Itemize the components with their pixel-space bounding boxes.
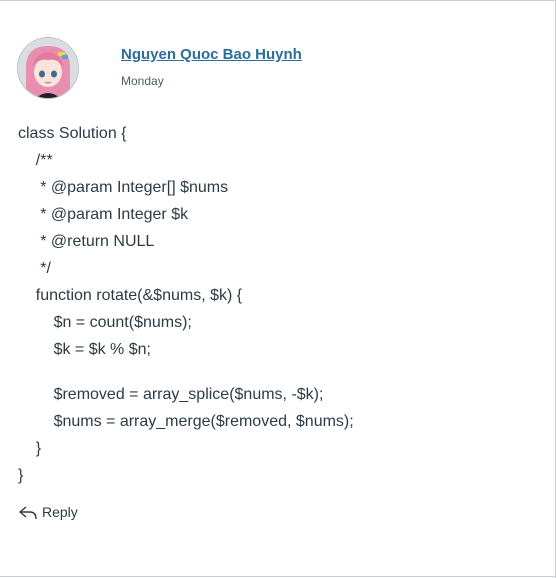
code-line: $k = $k % $n; (18, 341, 151, 358)
code-line: * @param Integer[] $nums (18, 179, 229, 196)
reply-button[interactable]: Reply (18, 503, 538, 521)
code-line: $removed = array_splice($nums, -$k); (18, 386, 324, 403)
code-line: * @return NULL (18, 233, 155, 250)
avatar[interactable] (18, 38, 78, 98)
code-line: * @param Integer $k (18, 206, 189, 223)
author-link[interactable]: Nguyen Quoc Bao Huynh (121, 46, 302, 63)
code-line: $n = count($nums); (18, 314, 192, 331)
code-line: class Solution { (18, 125, 127, 142)
code-line: } (18, 467, 24, 484)
reply-label: Reply (42, 504, 78, 520)
code-line: */ (18, 260, 51, 277)
code-line: function rotate(&$nums, $k) { (18, 287, 243, 304)
post-meta: Nguyen Quoc Bao Huynh Monday (121, 38, 302, 88)
code-line: /** (18, 152, 53, 169)
post-date: Monday (121, 74, 164, 88)
post-body: class Solution { /** * @param Integer[] … (18, 120, 538, 489)
avatar-image (18, 38, 78, 98)
post-header: Nguyen Quoc Bao Huynh Monday (18, 38, 538, 102)
top-divider (0, 0, 556, 1)
bottom-divider (0, 576, 556, 577)
code-line: $nums = array_merge($removed, $nums); (18, 413, 354, 430)
discussion-post: Nguyen Quoc Bao Huynh Monday class Solut… (18, 38, 538, 521)
code-line: } (18, 440, 42, 457)
reply-arrow-icon (19, 506, 37, 520)
